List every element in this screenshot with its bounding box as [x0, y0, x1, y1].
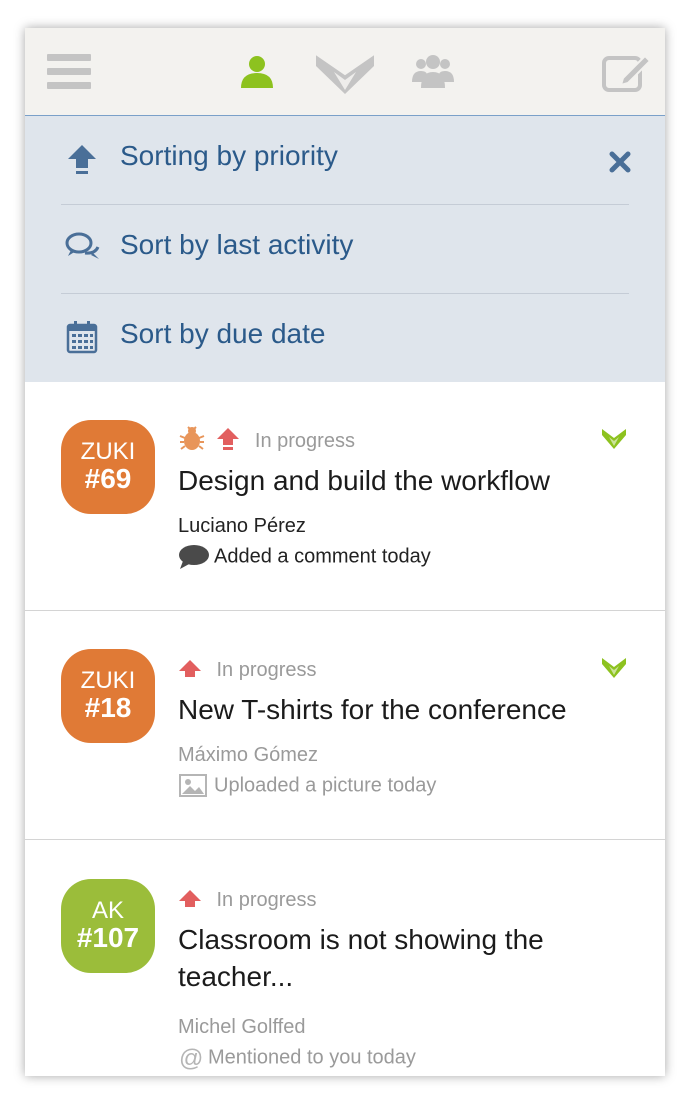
project-badge: AK #107	[61, 879, 155, 973]
compose-icon[interactable]	[601, 52, 652, 94]
task-title[interactable]: New T-shirts for the conference	[178, 691, 618, 728]
project-badge: ZUKI #69	[61, 420, 155, 514]
close-icon[interactable]	[607, 149, 633, 175]
bug-icon	[178, 426, 206, 457]
task-title[interactable]: Classroom is not showing the teacher...	[178, 921, 618, 995]
task-card[interactable]: ZUKI #18 In progress New T-shirts for th…	[25, 611, 665, 840]
status-label: In progress	[216, 889, 317, 911]
sort-item-label: Sort by last activity	[120, 229, 354, 260]
sort-menu: Sorting by priority Sort by last activit…	[25, 116, 665, 382]
top-bar	[25, 28, 665, 116]
sort-item-label: Sorting by priority	[120, 140, 338, 171]
chat-bubbles-icon	[65, 231, 100, 265]
assignee-name: Máximo Gómez	[178, 744, 319, 766]
unread-indicator-icon[interactable]	[601, 428, 627, 450]
picture-icon	[178, 773, 210, 799]
app-window: Sorting by priority Sort by last activit…	[25, 28, 665, 1076]
calendar-icon	[65, 320, 99, 354]
unread-indicator-icon[interactable]	[601, 657, 627, 679]
priority-arrow-icon	[65, 142, 99, 176]
activity-line: @ Mentioned to you today	[178, 1045, 416, 1072]
sort-by-due-date-item[interactable]: Sort by due date	[61, 294, 629, 382]
priority-high-icon	[216, 426, 240, 457]
status-label: In progress	[254, 430, 355, 452]
task-meta: In progress	[178, 655, 317, 683]
group-icon[interactable]	[412, 54, 454, 90]
divider	[25, 839, 665, 840]
menu-icon[interactable]	[47, 54, 91, 90]
task-card[interactable]: ZUKI #69 In progress Design and build th…	[25, 382, 665, 611]
assignee-name: Michel Golffed	[178, 1016, 306, 1038]
task-card[interactable]: AK #107 In progress Classroom is not sho…	[25, 841, 665, 1072]
app-logo-icon[interactable]	[314, 50, 376, 96]
task-title[interactable]: Design and build the workflow	[178, 462, 618, 499]
priority-high-icon	[178, 885, 202, 916]
status-label: In progress	[216, 659, 317, 681]
sort-by-priority-item[interactable]: Sorting by priority	[61, 116, 629, 204]
task-meta: In progress	[178, 885, 317, 913]
task-meta: In progress	[178, 426, 355, 454]
comment-icon	[178, 544, 210, 570]
sort-by-last-activity-item[interactable]: Sort by last activity	[61, 205, 629, 293]
priority-high-icon	[178, 655, 202, 686]
user-icon[interactable]	[239, 54, 275, 90]
svg-text:@: @	[179, 1045, 203, 1071]
assignee-name: Luciano Pérez	[178, 515, 306, 537]
sort-item-label: Sort by due date	[120, 318, 326, 349]
project-badge: ZUKI #18	[61, 649, 155, 743]
activity-line: Uploaded a picture today	[178, 773, 436, 799]
activity-line: Added a comment today	[178, 544, 431, 570]
at-sign-icon: @	[178, 1045, 204, 1072]
